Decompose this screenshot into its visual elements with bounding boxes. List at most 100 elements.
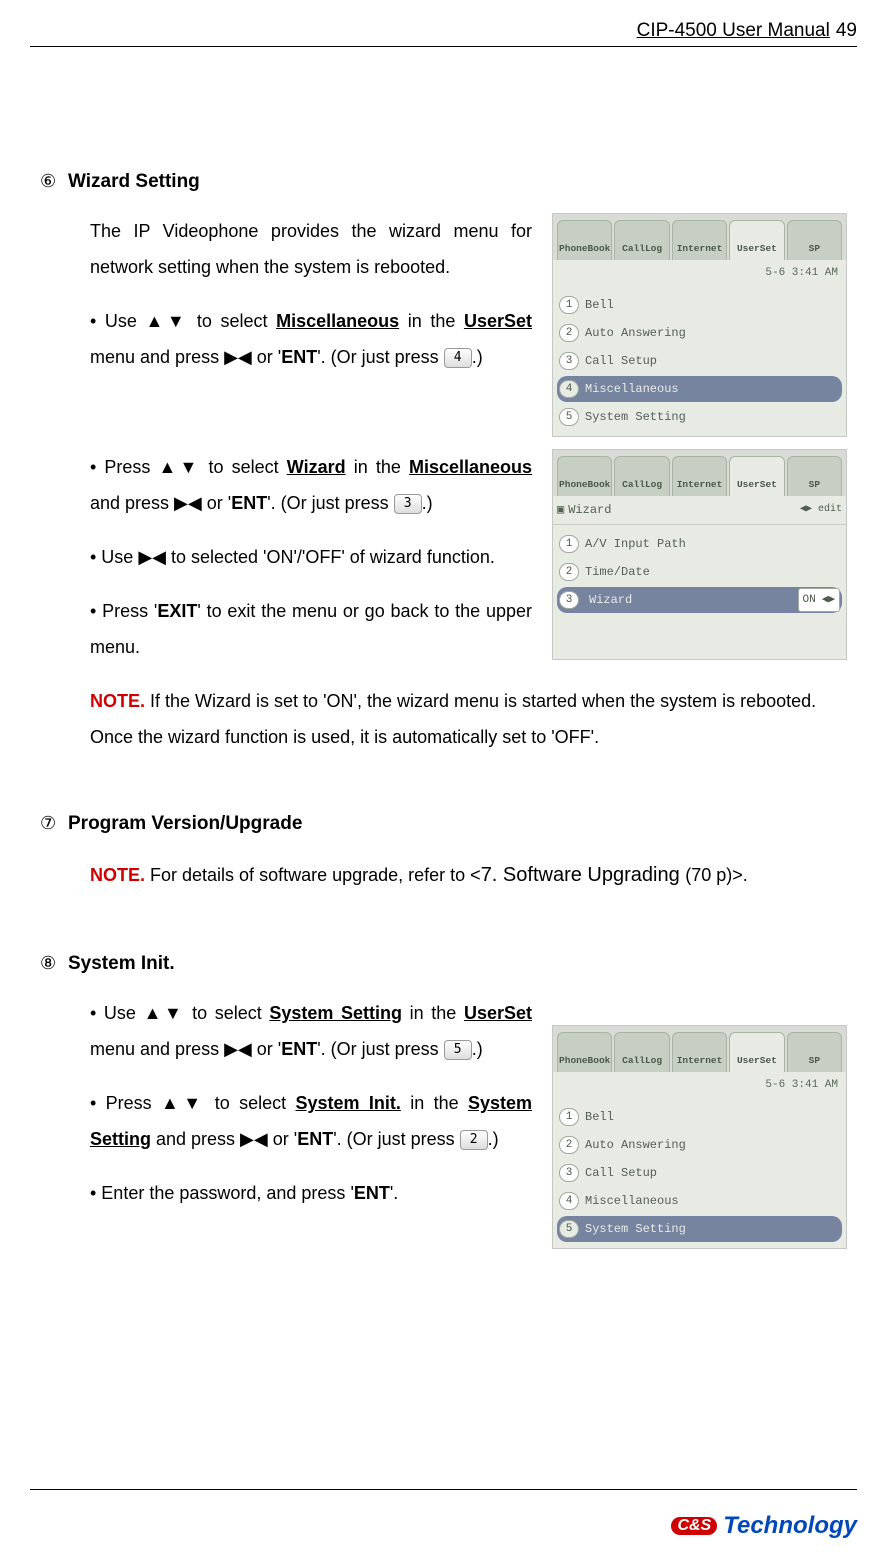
section-7-title: Program Version/Upgrade xyxy=(68,813,302,835)
wizard-on-off-select: ON◀▶ xyxy=(798,588,840,612)
screenshot-userset-system-setting: PhoneBook CallLog Internet UserSet SP 5-… xyxy=(552,1025,847,1249)
text: • Press ▲▼ to select xyxy=(90,457,287,477)
mini-item-call-setup: 3Call Setup xyxy=(557,348,842,374)
mini-tab-internet: Internet xyxy=(672,456,727,496)
text: '. (Or just press xyxy=(267,493,393,513)
text: ENT xyxy=(281,347,317,367)
text: '. (Or just press xyxy=(333,1129,459,1149)
text: • Enter the password, and press ' xyxy=(90,1183,354,1203)
mini-tabs: PhoneBook CallLog Internet UserSet SP xyxy=(553,450,846,496)
item-label: System Setting xyxy=(585,405,686,429)
select-value: ON xyxy=(803,589,816,611)
breadcrumb-label: Wizard xyxy=(568,503,611,517)
note-text: (70 p)>. xyxy=(685,865,748,885)
section-8-marker: ⑧ xyxy=(40,953,68,974)
text: System Init. xyxy=(295,1093,400,1113)
section-6-bullet-2: • Press ▲▼ to select Wizard in the Misce… xyxy=(90,449,532,521)
text: • Use ▲▼ to select xyxy=(90,311,276,331)
logo-text: Technology xyxy=(723,1512,857,1540)
mini-breadcrumb-wizard: ▣Wizard ◀▶ edit xyxy=(553,496,846,525)
mini-tab-userset: UserSet xyxy=(729,1032,784,1072)
section-7-header: ⑦ Program Version/Upgrade xyxy=(40,813,847,835)
note-ref: 7. Software Upgrading xyxy=(481,864,686,886)
item-num: 2 xyxy=(559,563,579,581)
keypad-2-icon: 2 xyxy=(460,1130,488,1150)
section-7-note: NOTE. For details of software upgrade, r… xyxy=(90,855,847,895)
item-label: A/V Input Path xyxy=(585,532,686,556)
item-num: 2 xyxy=(559,324,579,342)
item-label: Auto Answering xyxy=(585,1133,686,1157)
text: '. xyxy=(390,1183,398,1203)
section-6-header: ⑥ Wizard Setting xyxy=(40,171,847,193)
section-6-marker: ⑥ xyxy=(40,171,68,192)
mini-tab-userset: UserSet xyxy=(729,456,784,496)
item-label: Call Setup xyxy=(585,1161,657,1185)
text: UserSet xyxy=(464,311,532,331)
keypad-4-icon: 4 xyxy=(444,348,472,368)
item-num: 5 xyxy=(559,1220,579,1238)
breadcrumb-action: ◀▶ edit xyxy=(800,500,842,520)
mini-item-call-setup: 3Call Setup xyxy=(557,1160,842,1186)
page-header: CIP-4500 User Manual 49 xyxy=(30,20,857,46)
keypad-5-icon: 5 xyxy=(444,1040,472,1060)
text: ENT xyxy=(281,1039,317,1059)
mini-tab-calllog: CallLog xyxy=(614,220,669,260)
text: ENT xyxy=(354,1183,390,1203)
item-label: Time/Date xyxy=(585,560,650,584)
mini-item-auto-answering: 2 Auto Answering xyxy=(557,1132,842,1158)
note-label: NOTE. xyxy=(90,865,145,885)
mini-item-auto-answering: 2Auto Answering xyxy=(557,320,842,346)
item-num: 4 xyxy=(559,1192,579,1210)
mini-list: 1Bell 2Auto Answering 3Call Setup 4Misce… xyxy=(553,286,846,436)
footer-divider xyxy=(30,1489,857,1490)
text: .) xyxy=(472,1039,483,1059)
mini-status: 5-6 3:41 AM xyxy=(553,1072,846,1098)
item-label: Bell xyxy=(585,293,614,317)
section-6-bullet-3: • Use ▶◀ to selected 'ON'/'OFF' of wizar… xyxy=(90,539,532,575)
mini-tab-calllog: CallLog xyxy=(614,1032,669,1072)
text: Miscellaneous xyxy=(276,311,399,331)
item-label: System Setting xyxy=(585,1217,686,1241)
screenshot-miscellaneous-wizard: PhoneBook CallLog Internet UserSet SP ▣W… xyxy=(552,449,847,660)
mini-status: 5-6 3:41 AM xyxy=(553,260,846,286)
mini-tab-phonebook: PhoneBook xyxy=(557,456,612,496)
manual-title: CIP-4500 User Manual xyxy=(637,20,830,42)
mini-item-av-input-path: 1A/V Input Path xyxy=(557,531,842,557)
mini-item-system-setting: 5System Setting xyxy=(557,404,842,430)
text: UserSet xyxy=(464,1003,532,1023)
text: Wizard xyxy=(287,457,346,477)
section-6-note: NOTE. If the Wizard is set to 'ON', the … xyxy=(90,683,847,755)
mini-tab-sp: SP xyxy=(787,1032,842,1072)
logo-badge-icon: C&S xyxy=(671,1517,717,1535)
note-text: If the Wizard is set to 'ON', the wizard… xyxy=(90,691,816,747)
section-6-title: Wizard Setting xyxy=(68,171,200,193)
mini-tabs: PhoneBook CallLog Internet UserSet SP xyxy=(553,1026,846,1072)
item-label: Miscellaneous xyxy=(585,377,679,401)
section-8-bullet-3: • Enter the password, and press 'ENT'. xyxy=(90,1175,532,1211)
item-label: Bell xyxy=(585,1105,614,1129)
mini-tab-userset: UserSet xyxy=(729,220,784,260)
note-label: NOTE. xyxy=(90,691,145,711)
text: • Use ▲▼ to select xyxy=(90,1003,269,1023)
mini-tab-internet: Internet xyxy=(672,1032,727,1072)
item-label: Wizard xyxy=(589,588,794,612)
page-number: 49 xyxy=(836,20,857,42)
text: System Setting xyxy=(269,1003,402,1023)
mini-item-wizard: 3 Wizard ON◀▶ xyxy=(557,587,842,613)
item-num: 2 xyxy=(559,1136,579,1154)
mini-list: 1A/V Input Path 2 Time/Date 3 Wizard ON◀▶ xyxy=(553,525,846,619)
text: .) xyxy=(488,1129,499,1149)
mini-item-miscellaneous: 4 Miscellaneous xyxy=(557,1188,842,1214)
mini-item-time-date: 2 Time/Date xyxy=(557,559,842,585)
item-num: 1 xyxy=(559,296,579,314)
section-6-intro: The IP Videophone provides the wizard me… xyxy=(90,213,532,285)
section-8-bullet-1: • Use ▲▼ to select System Setting in the… xyxy=(90,995,532,1067)
text: • Press ' xyxy=(90,601,157,621)
text: and press ▶◀ or ' xyxy=(151,1129,297,1149)
item-label: Call Setup xyxy=(585,349,657,373)
item-label: Miscellaneous xyxy=(585,1189,679,1213)
mini-tab-internet: Internet xyxy=(672,220,727,260)
keypad-3-icon: 3 xyxy=(394,494,422,514)
mini-tab-calllog: CallLog xyxy=(614,456,669,496)
text: in the xyxy=(346,457,409,477)
